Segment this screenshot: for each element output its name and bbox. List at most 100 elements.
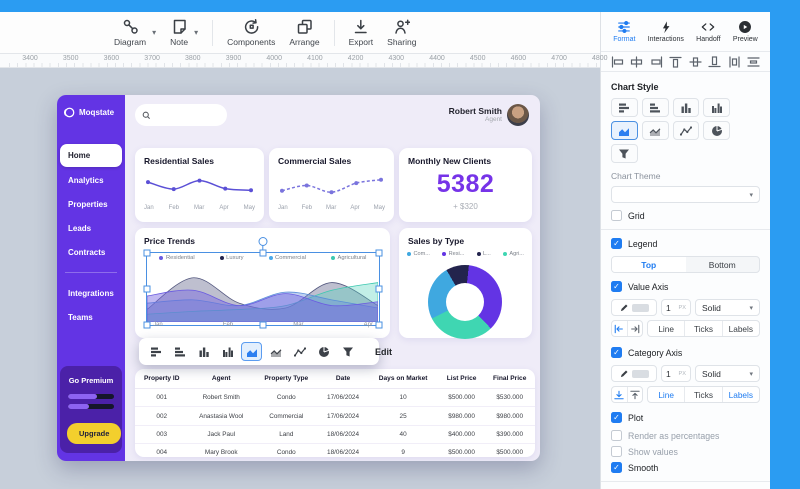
search-input[interactable] <box>155 109 215 121</box>
checkbox[interactable] <box>611 210 622 221</box>
axis-button-labels[interactable]: Labels <box>721 321 759 336</box>
chart-type-line[interactable] <box>672 121 700 140</box>
distribute-h-icon[interactable] <box>728 55 741 68</box>
axis-button-ticks[interactable]: Ticks <box>684 387 721 402</box>
selection-handle[interactable] <box>375 285 383 293</box>
axis-button-labels[interactable]: Labels <box>721 387 759 402</box>
selection-handle[interactable] <box>143 249 151 257</box>
chart-type-bar-h-2[interactable] <box>169 342 190 361</box>
chart-type-area-2[interactable] <box>265 342 286 361</box>
legend-position-bottom[interactable]: Bottom <box>686 257 760 272</box>
chart-type-area-1[interactable] <box>241 342 262 361</box>
toolbar-button-arrange[interactable]: Arrange <box>289 18 320 47</box>
chart-type-area-1[interactable] <box>611 121 638 140</box>
upgrade-button[interactable]: Upgrade <box>67 423 122 444</box>
axis-align-top-icon[interactable] <box>626 387 643 402</box>
user-block[interactable]: Robert Smith Agent <box>449 106 502 123</box>
selection-handle[interactable] <box>259 249 267 257</box>
checkbox[interactable]: ✓ <box>611 462 622 473</box>
category-axis-checkbox[interactable]: ✓ Category Axis <box>611 347 760 358</box>
toolbar-button-sharing[interactable]: Sharing <box>387 18 416 47</box>
selection-handle[interactable] <box>375 321 383 329</box>
sidebar-item-home[interactable]: Home <box>60 143 122 167</box>
selection-handle[interactable] <box>143 321 151 329</box>
grid-checkbox[interactable]: Grid <box>611 210 760 221</box>
chart-type-funnel[interactable] <box>611 144 638 163</box>
toolbar-button-note[interactable]: Note <box>170 18 188 47</box>
checkbox[interactable]: ✓ <box>611 238 622 249</box>
align-top-icon[interactable] <box>669 56 682 68</box>
sidebar-item-leads[interactable]: Leads <box>60 218 122 239</box>
selection-handle[interactable] <box>259 321 267 329</box>
align-bottom-icon[interactable] <box>708 55 721 68</box>
align-left-icon[interactable] <box>611 55 624 68</box>
toolbar-button-diagram[interactable]: Diagram <box>114 18 146 47</box>
axis-align-bottom-icon[interactable] <box>612 387 627 402</box>
chart-type-line[interactable] <box>289 342 310 361</box>
value-axis-stroke-color[interactable] <box>611 299 657 316</box>
plot-option-0[interactable]: Render as percentages <box>611 430 760 441</box>
legend-position-top[interactable]: Top <box>612 257 686 272</box>
axis-button-line[interactable]: Line <box>648 321 684 336</box>
axis-button-ticks[interactable]: Ticks <box>684 321 721 336</box>
plot-option-2[interactable]: ✓ Smooth <box>611 462 760 473</box>
chart-type-bar-h-1[interactable] <box>611 98 638 117</box>
chart-type-bar-h-2[interactable] <box>641 98 669 117</box>
chart-theme-select[interactable]: ▾ <box>611 186 760 203</box>
sales-by-type-card[interactable]: Sales by Type Com... Resi... L... Agri... <box>399 228 532 339</box>
avatar[interactable] <box>507 104 529 126</box>
checkbox[interactable]: ✓ <box>611 281 622 292</box>
chevron-down-icon[interactable]: ▾ <box>194 28 198 37</box>
design-canvas[interactable]: Moqstate Home Analytics Properties Leads Con… <box>0 68 600 489</box>
chart-type-col-1[interactable] <box>193 342 214 361</box>
sidebar-item-properties[interactable]: Properties <box>60 194 122 215</box>
value-axis-style-select[interactable]: Solid ▾ <box>695 299 760 316</box>
category-axis-width-input[interactable]: 1 PX <box>661 365 691 382</box>
axis-align-end-icon[interactable] <box>626 321 643 336</box>
value-axis-checkbox[interactable]: ✓ Value Axis <box>611 281 760 292</box>
rotation-handle[interactable] <box>258 237 268 246</box>
chart-type-pie[interactable] <box>313 342 334 361</box>
checkbox[interactable] <box>611 430 622 441</box>
edit-button[interactable]: Edit <box>370 347 397 357</box>
checkbox[interactable]: ✓ <box>611 347 622 358</box>
chart-type-col-1[interactable] <box>672 98 700 117</box>
align-middle-icon[interactable] <box>689 56 702 68</box>
legend-checkbox[interactable]: ✓ Legend <box>611 238 760 249</box>
chevron-down-icon[interactable]: ▾ <box>152 28 156 37</box>
sidebar-item-integrations[interactable]: Integrations <box>60 283 122 304</box>
design-sidebar[interactable]: Moqstate Home Analytics Properties Leads Con… <box>57 95 125 461</box>
value-axis-width-input[interactable]: 1 PX <box>661 299 691 316</box>
residential-sales-card[interactable]: Residential Sales Jan Feb Mar Apr May <box>135 148 264 222</box>
distribute-v-icon[interactable] <box>747 56 760 68</box>
sidebar-item-analytics[interactable]: Analytics <box>60 170 122 191</box>
chart-type-col-2[interactable] <box>217 342 238 361</box>
properties-table-card[interactable]: Property ID Agent Property Type Date Days on… <box>135 369 535 457</box>
toolbar-button-export[interactable]: Export <box>349 18 373 47</box>
axis-align-start-icon[interactable] <box>612 321 627 336</box>
category-axis-stroke-color[interactable] <box>611 365 657 382</box>
category-axis-style-select[interactable]: Solid ▾ <box>695 365 760 382</box>
sidebar-item-teams[interactable]: Teams <box>60 307 122 328</box>
chart-type-funnel[interactable] <box>337 342 358 361</box>
selection-handle[interactable] <box>375 249 383 257</box>
price-trends-card[interactable]: Price Trends Residential Luxury Commercial… <box>135 228 390 338</box>
plot-checkbox[interactable]: ✓ Plot <box>611 412 760 423</box>
panel-tab-preview[interactable]: Preview <box>733 20 758 43</box>
chart-type-area-2[interactable] <box>641 121 669 140</box>
panel-tab-interactions[interactable]: Interactions <box>648 20 684 43</box>
selection-handle[interactable] <box>143 285 151 293</box>
align-right-icon[interactable] <box>650 55 663 68</box>
commercial-sales-card[interactable]: Commercial Sales Jan Feb Mar Apr May <box>269 148 394 222</box>
panel-tab-handoff[interactable]: Handoff <box>696 20 721 43</box>
align-center-h-icon[interactable] <box>630 55 643 68</box>
dashboard-design[interactable]: Moqstate Home Analytics Properties Leads Con… <box>57 95 540 461</box>
chart-type-col-2[interactable] <box>703 98 731 117</box>
monthly-new-clients-card[interactable]: Monthly New Clients 5382 + $320 <box>399 148 532 222</box>
chart-selection-frame[interactable]: Residential Luxury Commercial Agricultural … <box>143 237 383 329</box>
search-bar[interactable] <box>135 104 227 126</box>
checkbox[interactable]: ✓ <box>611 412 622 423</box>
sidebar-item-contracts[interactable]: Contracts <box>60 242 122 263</box>
plot-option-1[interactable]: Show values <box>611 446 760 457</box>
checkbox[interactable] <box>611 446 622 457</box>
